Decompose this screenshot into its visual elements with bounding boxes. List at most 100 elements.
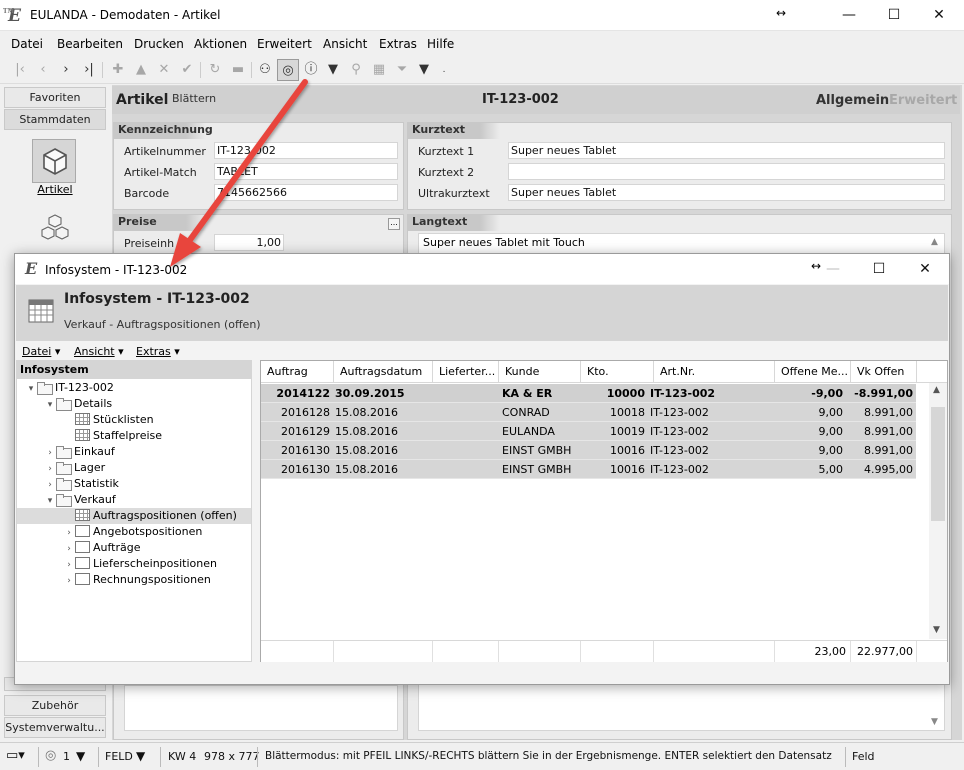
- last-record-icon[interactable]: ›|: [78, 59, 100, 81]
- binoculars-icon[interactable]: ⚇: [254, 59, 276, 81]
- popup-minimize-button[interactable]: —: [811, 254, 855, 284]
- column-header[interactable]: Kto.: [581, 361, 654, 383]
- tree-node[interactable]: › Rechnungspositionen: [17, 572, 251, 588]
- column-header[interactable]: Auftragsdatum: [334, 361, 433, 383]
- ultrakurztext-field[interactable]: Super neues Tablet: [508, 184, 945, 201]
- popup-maximize-button[interactable]: ☐: [857, 254, 901, 284]
- table-row[interactable]: 2014122 30.09.2015 KA & ER 10000 IT-123-002 -…: [261, 384, 916, 403]
- infosystem-icon[interactable]: ◎: [277, 59, 299, 81]
- langtext-scroll-down-icon[interactable]: ▼: [931, 717, 938, 727]
- preise-bottom-field[interactable]: [124, 685, 398, 731]
- tree-node[interactable]: › Einkauf: [17, 444, 251, 460]
- tree-node[interactable]: Auftragspositionen (offen): [17, 508, 251, 524]
- close-button[interactable]: ✕: [916, 0, 962, 31]
- add-icon[interactable]: ✚: [107, 59, 129, 81]
- scroll-down-icon[interactable]: ▼: [933, 625, 940, 635]
- status-count-dropdown-icon[interactable]: ▼: [76, 749, 85, 763]
- expand-down-icon[interactable]: ▾: [44, 493, 56, 509]
- toolbar-more-icon[interactable]: .: [433, 59, 455, 81]
- column-header[interactable]: Art.Nr.: [654, 361, 775, 383]
- minimize-button[interactable]: —: [826, 0, 872, 31]
- cancel-icon[interactable]: ▬: [227, 59, 249, 81]
- next-record-icon[interactable]: ›: [55, 59, 77, 81]
- menu-ansicht[interactable]: Ansicht: [323, 37, 367, 51]
- tree-node[interactable]: › Aufträge: [17, 540, 251, 556]
- tree-node[interactable]: ▾ IT-123-002: [17, 380, 251, 396]
- expand-right-icon[interactable]: ›: [44, 461, 56, 477]
- scroll-up-icon[interactable]: ▲: [933, 385, 940, 395]
- info-icon[interactable]: ⓘ: [300, 59, 322, 81]
- nav-artikel-label[interactable]: Artikel: [4, 183, 106, 196]
- column-header[interactable]: Offene Me...: [775, 361, 851, 383]
- artikelnummer-field[interactable]: IT-123-002: [214, 142, 398, 159]
- infosystem-status-icon[interactable]: ◎: [45, 748, 56, 763]
- confirm-icon[interactable]: ✔: [176, 59, 198, 81]
- tab-erweitert[interactable]: Erweitert: [889, 93, 957, 108]
- barcode-field[interactable]: 7145662566: [214, 184, 398, 201]
- table-row[interactable]: 2016130 15.08.2016 EINST GMBH 10016 IT-123-0…: [261, 460, 916, 479]
- tree-node[interactable]: › Lager: [17, 460, 251, 476]
- expand-right-icon[interactable]: ›: [44, 477, 56, 493]
- tree-node[interactable]: ▾ Verkauf: [17, 492, 251, 508]
- langtext-scroll-up-icon[interactable]: ▲: [931, 237, 938, 247]
- menu-erweitert[interactable]: Erweitert: [257, 37, 312, 51]
- kurztext1-field[interactable]: Super neues Tablet: [508, 142, 945, 159]
- table-row[interactable]: 2016129 15.08.2016 EULANDA 10019 IT-123-002 9…: [261, 422, 916, 441]
- nav-zubehoer[interactable]: Zubehör: [4, 695, 106, 716]
- popup-close-button[interactable]: ✕: [903, 254, 947, 284]
- nav-stammdaten[interactable]: Stammdaten: [4, 109, 106, 130]
- cubes-icon[interactable]: [40, 213, 70, 243]
- column-header[interactable]: Auftrag: [261, 361, 334, 383]
- refresh-icon[interactable]: ↻: [204, 59, 226, 81]
- nav-favoriten[interactable]: Favoriten: [4, 87, 106, 108]
- popup-menu-extras[interactable]: Extras ▾: [136, 345, 180, 358]
- dropdown-arrow-icon[interactable]: ▼: [322, 59, 344, 81]
- status-feld-dropdown[interactable]: FELD: [105, 750, 133, 763]
- menu-drucken[interactable]: Drucken: [134, 37, 184, 51]
- delete-icon[interactable]: ✕: [153, 59, 175, 81]
- expand-right-icon[interactable]: ›: [63, 541, 75, 557]
- column-header[interactable]: Vk Offen: [851, 361, 917, 383]
- tree-node[interactable]: › Lieferscheinpositionen: [17, 556, 251, 572]
- expand-right-icon[interactable]: ›: [44, 445, 56, 461]
- tree-node[interactable]: Stücklisten: [17, 412, 251, 428]
- filter-dropdown-icon[interactable]: ▼: [413, 59, 435, 81]
- tab-allgemein[interactable]: Allgemein: [816, 93, 889, 108]
- grid-scrollbar[interactable]: ▲ ▼: [929, 383, 947, 639]
- column-header[interactable]: Lieferter...: [433, 361, 499, 383]
- popup-menu-datei[interactable]: Datei ▾: [22, 345, 60, 358]
- menu-extras[interactable]: Extras: [379, 37, 417, 51]
- person-icon[interactable]: ⚲: [345, 59, 367, 81]
- window-layout-icon[interactable]: ▭▾: [6, 748, 25, 763]
- preise-more-button[interactable]: ...: [388, 218, 400, 230]
- tree-node[interactable]: › Angebotspositionen: [17, 524, 251, 540]
- expand-right-icon[interactable]: ›: [63, 557, 75, 573]
- menu-bearbeiten[interactable]: Bearbeiten: [57, 37, 123, 51]
- nav-systemverwaltung[interactable]: Systemverwaltu...: [4, 717, 106, 738]
- kurztext2-field[interactable]: [508, 163, 945, 180]
- expand-down-icon[interactable]: ▾: [44, 397, 56, 413]
- first-record-icon[interactable]: |‹: [9, 59, 31, 81]
- artikel-cube-icon[interactable]: [32, 139, 76, 183]
- filter-icon[interactable]: ⏷: [391, 59, 413, 81]
- expand-right-icon[interactable]: ›: [63, 573, 75, 589]
- preiseinheit-field[interactable]: 1,00: [214, 234, 284, 251]
- prev-record-icon[interactable]: ‹: [32, 59, 54, 81]
- up-icon[interactable]: ▲: [130, 59, 152, 81]
- grid-icon[interactable]: ▦: [368, 59, 390, 81]
- table-row[interactable]: 2016130 15.08.2016 EINST GMBH 10016 IT-123-0…: [261, 441, 916, 460]
- expand-down-icon[interactable]: ▾: [25, 381, 37, 397]
- tree-node[interactable]: Staffelpreise: [17, 428, 251, 444]
- menu-datei[interactable]: Datei: [11, 37, 43, 51]
- menu-hilfe[interactable]: Hilfe: [427, 37, 454, 51]
- maximize-button[interactable]: ☐: [871, 0, 917, 31]
- feld-dropdown-icon[interactable]: ▼: [136, 749, 145, 763]
- table-row[interactable]: 2016128 15.08.2016 CONRAD 10018 IT-123-002 9,…: [261, 403, 916, 422]
- expand-right-icon[interactable]: ›: [63, 525, 75, 541]
- menu-aktionen[interactable]: Aktionen: [194, 37, 247, 51]
- artikel-match-field[interactable]: TABLET: [214, 163, 398, 180]
- scroll-thumb[interactable]: [931, 407, 945, 521]
- tree-node[interactable]: › Statistik: [17, 476, 251, 492]
- tree-node[interactable]: ▾ Details: [17, 396, 251, 412]
- popup-menu-ansicht[interactable]: Ansicht ▾: [74, 345, 124, 358]
